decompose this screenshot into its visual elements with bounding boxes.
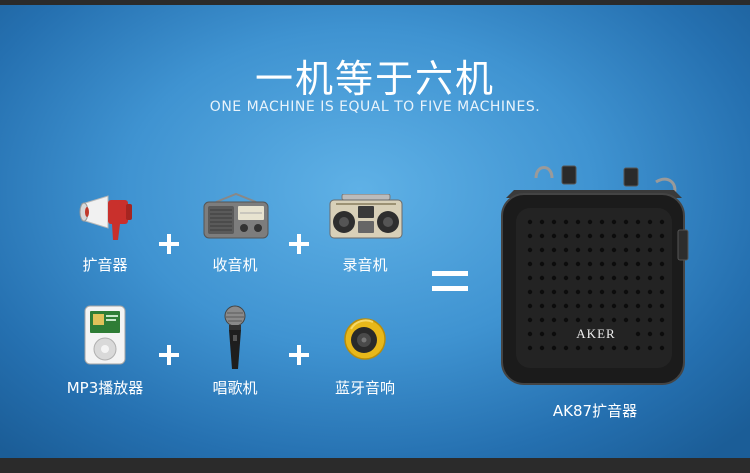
page-title: 一机等于六机 <box>254 57 495 101</box>
megaphone-icon <box>79 195 132 240</box>
plus-sign <box>289 345 309 365</box>
top-bar <box>0 0 750 5</box>
item-label: 录音机 <box>342 256 388 274</box>
item-radio: 收音机 <box>180 190 290 280</box>
item-label: 唱歌机 <box>212 379 258 397</box>
item-label: MP3播放器 <box>66 379 144 397</box>
page-subtitle: ONE MACHINE IS EQUAL TO FIVE MACHINES. <box>209 99 541 115</box>
bluetooth-speaker-icon <box>344 318 386 360</box>
product-brand: AKER <box>576 326 615 341</box>
radio-icon <box>203 192 269 239</box>
product-label: AK87扩音器 <box>552 402 638 420</box>
plus-sign <box>159 234 179 254</box>
microphone-icon <box>224 305 246 369</box>
item-label: 扩音器 <box>82 256 128 274</box>
item-microphone: 唱歌机 <box>180 305 290 397</box>
plus-sign <box>159 345 179 365</box>
item-boombox: 录音机 <box>310 190 420 280</box>
item-label: 收音机 <box>212 256 258 274</box>
item-megaphone: 扩音器 <box>50 190 160 280</box>
mp3-player-icon <box>84 305 126 365</box>
boombox-icon <box>329 194 403 239</box>
equals-sign <box>432 271 468 293</box>
product-speaker-image: AKER <box>501 165 689 385</box>
bottom-bar <box>0 458 750 473</box>
plus-sign <box>289 234 309 254</box>
item-label: 蓝牙音响 <box>334 379 395 397</box>
item-bluetooth-speaker: 蓝牙音响 <box>310 305 420 397</box>
item-mp3-player: MP3播放器 <box>50 305 160 397</box>
